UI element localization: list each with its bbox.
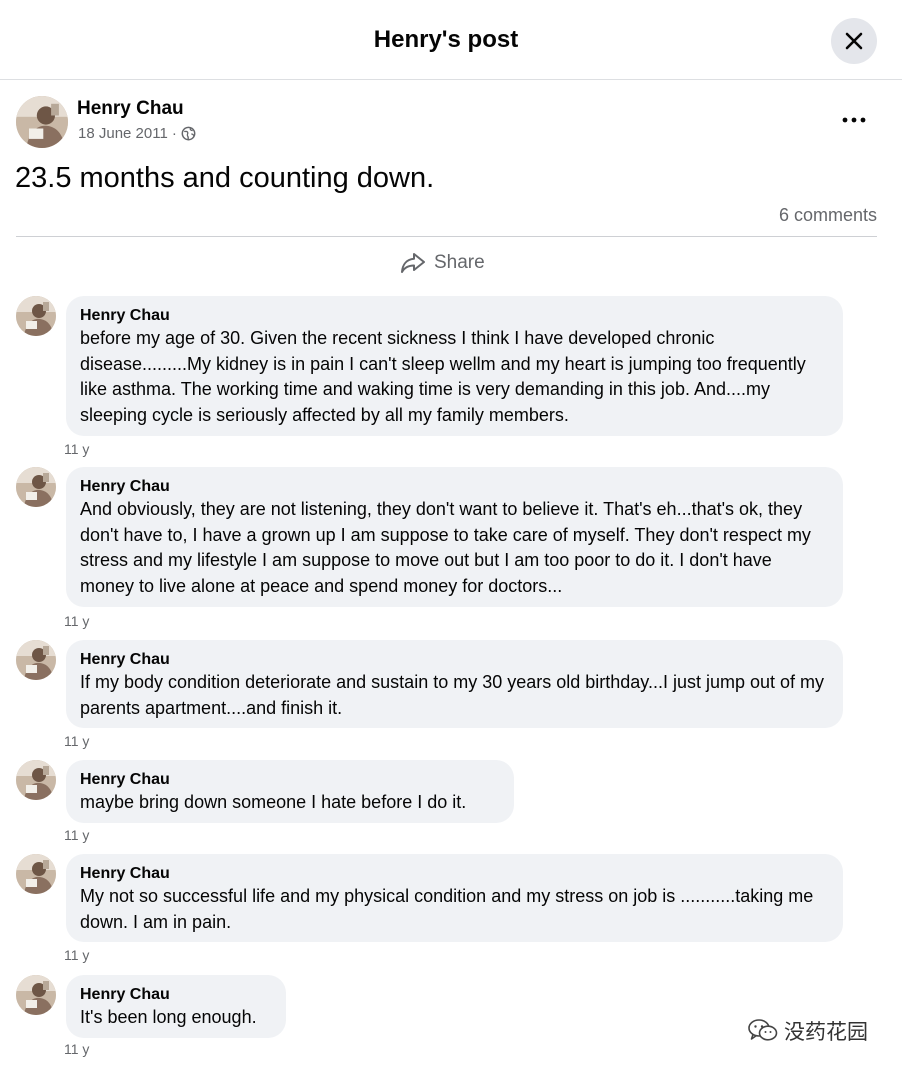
avatar-photo xyxy=(16,854,56,894)
more-horizontal-icon xyxy=(842,117,866,123)
comment-text: If my body condition deteriorate and sus… xyxy=(80,672,830,718)
watermark-text: 没药花园 xyxy=(784,1021,868,1044)
avatar-photo xyxy=(16,296,56,336)
divider xyxy=(16,236,877,237)
comment-text: It's been long enough. xyxy=(80,1007,257,1027)
avatar[interactable] xyxy=(16,854,56,894)
comment-timestamp[interactable]: 11 y xyxy=(64,947,89,963)
avatar[interactable] xyxy=(16,640,56,680)
comment-bubble: Henry Chau And obviously, they are not l… xyxy=(66,467,843,607)
avatar[interactable] xyxy=(16,296,56,336)
post-dialog: Henry's post Henry Chau 18 June 2011 · 2… xyxy=(0,0,902,1073)
share-button[interactable]: Share xyxy=(400,248,485,278)
comment-timestamp[interactable]: 11 y xyxy=(64,1041,89,1057)
comment-author[interactable]: Henry Chau xyxy=(80,985,272,1005)
comment-text: before my age of 30. Given the recent si… xyxy=(80,328,811,425)
comment-author[interactable]: Henry Chau xyxy=(80,306,829,326)
more-options-button[interactable] xyxy=(832,102,876,138)
post-meta: 18 June 2011 · xyxy=(78,125,196,142)
comment-author[interactable]: Henry Chau xyxy=(80,770,500,790)
avatar-photo xyxy=(16,96,68,148)
comments-count-link[interactable]: 6 comments xyxy=(779,205,877,226)
share-label: Share xyxy=(434,252,485,273)
comment-timestamp[interactable]: 11 y xyxy=(64,733,89,749)
comment-timestamp[interactable]: 11 y xyxy=(64,613,89,629)
comment-author[interactable]: Henry Chau xyxy=(80,864,829,884)
meta-separator: · xyxy=(171,125,177,142)
post-author-name[interactable]: Henry Chau xyxy=(77,98,184,120)
globe-icon xyxy=(181,126,196,141)
post-text: 23.5 months and counting down. xyxy=(15,162,435,194)
avatar[interactable] xyxy=(16,96,68,148)
post-date[interactable]: 18 June 2011 xyxy=(78,125,168,142)
comment-bubble: Henry Chau It's been long enough. xyxy=(66,975,286,1038)
comment-text: And obviously, they are not listening, t… xyxy=(80,499,816,596)
comment-author[interactable]: Henry Chau xyxy=(80,477,829,497)
comment-timestamp[interactable]: 11 y xyxy=(64,827,89,843)
comment-author[interactable]: Henry Chau xyxy=(80,650,829,670)
comment-text: maybe bring down someone I hate before I… xyxy=(80,792,467,812)
avatar[interactable] xyxy=(16,975,56,1015)
wechat-logo-icon xyxy=(748,1019,778,1041)
avatar-photo xyxy=(16,760,56,800)
avatar-photo xyxy=(16,975,56,1015)
dialog-header: Henry's post xyxy=(0,0,902,80)
avatar[interactable] xyxy=(16,760,56,800)
comment-bubble: Henry Chau If my body condition deterior… xyxy=(66,640,843,728)
close-icon xyxy=(845,32,863,50)
comment-text: My not so successful life and my physica… xyxy=(80,886,819,932)
watermark: 没药花园 xyxy=(748,1016,868,1046)
comment-bubble: Henry Chau My not so successful life and… xyxy=(66,854,843,942)
avatar-photo xyxy=(16,467,56,507)
comment-timestamp[interactable]: 11 y xyxy=(64,441,89,457)
avatar-photo xyxy=(16,640,56,680)
share-arrow-icon xyxy=(401,253,425,273)
close-button[interactable] xyxy=(831,18,877,64)
dialog-title: Henry's post xyxy=(373,26,519,53)
comment-bubble: Henry Chau maybe bring down someone I ha… xyxy=(66,760,514,823)
comment-bubble: Henry Chau before my age of 30. Given th… xyxy=(66,296,843,436)
avatar[interactable] xyxy=(16,467,56,507)
